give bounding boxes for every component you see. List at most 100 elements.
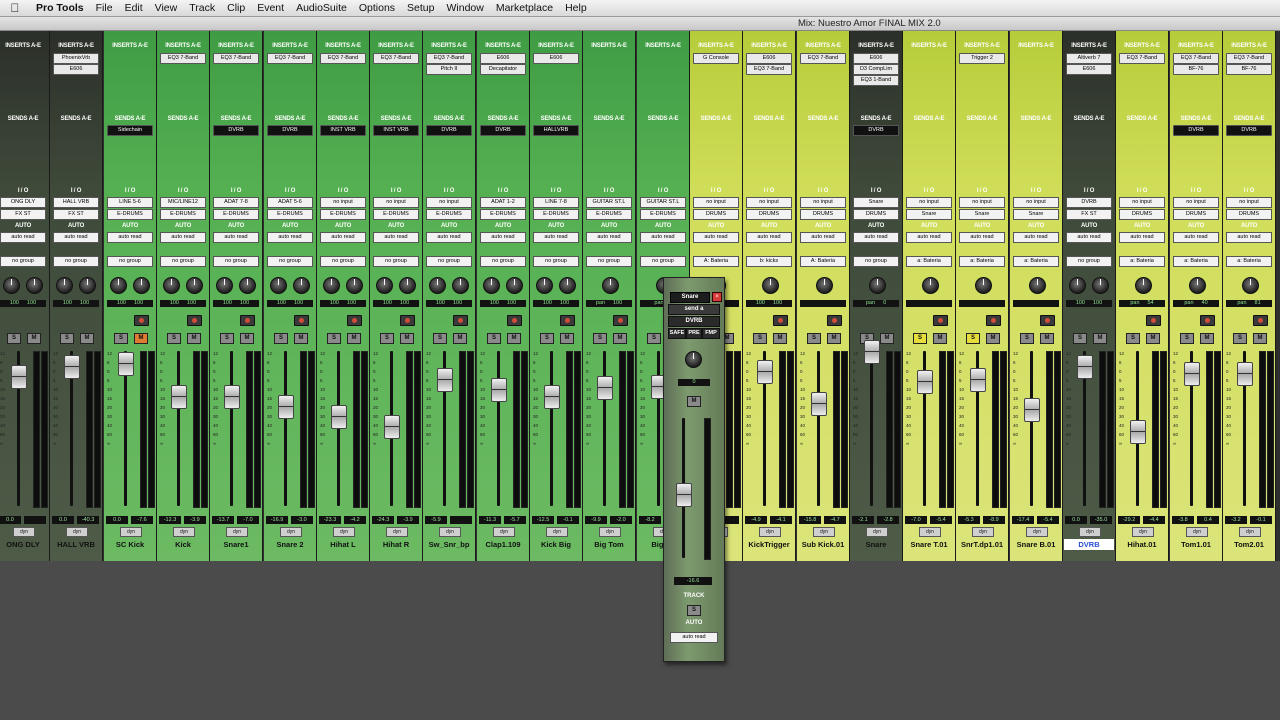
send-slot[interactable]: DVRB [1226,125,1272,136]
automation-mode[interactable]: auto read [800,232,846,243]
menu-setup[interactable]: Setup [401,2,440,14]
menu-edit[interactable]: Edit [119,2,149,14]
volume-fader[interactable] [1237,362,1253,386]
group-selector[interactable]: no group [320,256,366,267]
menu-options[interactable]: Options [353,2,401,14]
apple-menu-icon[interactable]:  [0,1,30,15]
input-selector[interactable]: no input [1119,197,1165,208]
mute-button[interactable]: M [1253,333,1267,344]
pan-knob[interactable] [1188,277,1206,294]
menu-file[interactable]: File [90,2,119,14]
automation-mode[interactable]: auto read [1066,232,1112,243]
input-selector[interactable]: no input [746,197,792,208]
track-name[interactable]: Snare1 [211,539,261,550]
insert-slot[interactable]: D3 CompLim [853,64,899,75]
pan-knob-left[interactable] [1069,277,1086,294]
send-slot[interactable]: DVRB [426,125,472,136]
input-selector[interactable]: Snare [853,197,899,208]
automation-mode[interactable]: auto read [1119,232,1165,243]
mute-button[interactable]: M [1200,333,1214,344]
insert-slot[interactable]: BF-76 [1173,64,1219,75]
dyn-button[interactable]: dyn [226,527,248,537]
pan-knob-right[interactable] [79,277,96,294]
solo-button[interactable]: S [327,333,341,344]
track-name[interactable]: Clap1.109 [478,539,528,550]
dyn-button[interactable]: dyn [13,527,35,537]
mute-button[interactable]: M [773,333,787,344]
output-selector[interactable]: Snare [906,209,952,220]
group-selector[interactable]: no group [267,256,313,267]
solo-button[interactable]: S [114,333,128,344]
output-selector[interactable]: E-DRUMS [160,209,206,220]
input-selector[interactable]: ONG DLY [0,197,46,208]
insert-slot[interactable]: BF-76 [1226,64,1272,75]
automation-mode[interactable]: auto read [1226,232,1272,243]
insert-slot[interactable]: EQ3 7-Band [160,53,206,64]
record-button[interactable] [1040,315,1055,326]
send-slot[interactable]: INST VRB [320,125,366,136]
mute-button[interactable]: M [453,333,467,344]
volume-fader[interactable] [757,360,773,384]
dyn-button[interactable]: dyn [759,527,781,537]
output-selector[interactable]: DRUMS [746,209,792,220]
group-selector[interactable]: no group [640,256,686,267]
menu-audiosuite[interactable]: AudioSuite [290,2,353,14]
volume-fader[interactable] [811,392,827,416]
group-selector[interactable]: a: Bateria [1013,256,1059,267]
fmp-button[interactable]: FMP [702,328,720,339]
group-selector[interactable]: no group [213,256,259,267]
insert-slot[interactable]: EQ3 7-Band [213,53,259,64]
dyn-button[interactable]: dyn [173,527,195,537]
close-icon[interactable]: × [712,292,722,302]
output-selector[interactable]: E-DRUMS [426,209,472,220]
mute-button[interactable]: M [294,333,308,344]
volume-fader[interactable] [171,385,187,409]
dyn-button[interactable]: dyn [120,527,142,537]
solo-button[interactable]: S [60,333,74,344]
volume-fader[interactable] [864,340,880,364]
output-selector[interactable]: E-DRUMS [373,209,419,220]
dyn-button[interactable]: dyn [919,527,941,537]
pan-knob-left[interactable] [323,277,340,294]
input-selector[interactable]: ADAT 1-2 [480,197,526,208]
output-selector[interactable]: E-DRUMS [213,209,259,220]
mute-button[interactable]: M [134,333,148,344]
record-button[interactable] [453,315,468,326]
insert-slot[interactable]: Decapitator [480,64,526,75]
solo-button[interactable]: S [966,333,980,344]
solo-button[interactable]: S [380,333,394,344]
automation-mode[interactable]: auto read [0,232,46,243]
mute-button[interactable]: M [933,333,947,344]
pan-knob-right[interactable] [399,277,416,294]
volume-fader[interactable] [917,370,933,394]
output-selector[interactable]: DRUMS [800,209,846,220]
output-selector[interactable]: E-DRUMS [267,209,313,220]
dyn-button[interactable]: dyn [1079,527,1101,537]
automation-mode[interactable]: auto read [1173,232,1219,243]
solo-button[interactable]: S [433,333,447,344]
automation-mode[interactable]: auto read [320,232,366,243]
pan-knob-left[interactable] [536,277,553,294]
group-selector[interactable]: no group [107,256,153,267]
input-selector[interactable]: no input [373,197,419,208]
automation-mode[interactable]: auto read [267,232,313,243]
send-mute-button[interactable]: M [687,396,701,407]
dyn-button[interactable]: dyn [66,527,88,537]
mute-button[interactable]: M [613,333,627,344]
send-solo-button[interactable]: S [687,605,701,616]
record-button[interactable] [294,315,309,326]
input-selector[interactable]: no input [426,197,472,208]
pan-knob[interactable] [601,277,619,294]
mute-button[interactable]: M [827,333,841,344]
mute-button[interactable]: M [187,333,201,344]
dyn-button[interactable]: dyn [972,527,994,537]
insert-slot[interactable]: G Console [693,53,739,64]
track-name[interactable]: Snare [851,539,901,550]
pan-knob[interactable] [1134,277,1152,294]
pan-knob-right[interactable] [239,277,256,294]
group-selector[interactable]: no group [373,256,419,267]
insert-slot[interactable]: EQ3 7-Band [746,64,792,75]
menu-event[interactable]: Event [251,2,290,14]
volume-fader[interactable] [970,368,986,392]
send-fader[interactable] [676,483,692,507]
